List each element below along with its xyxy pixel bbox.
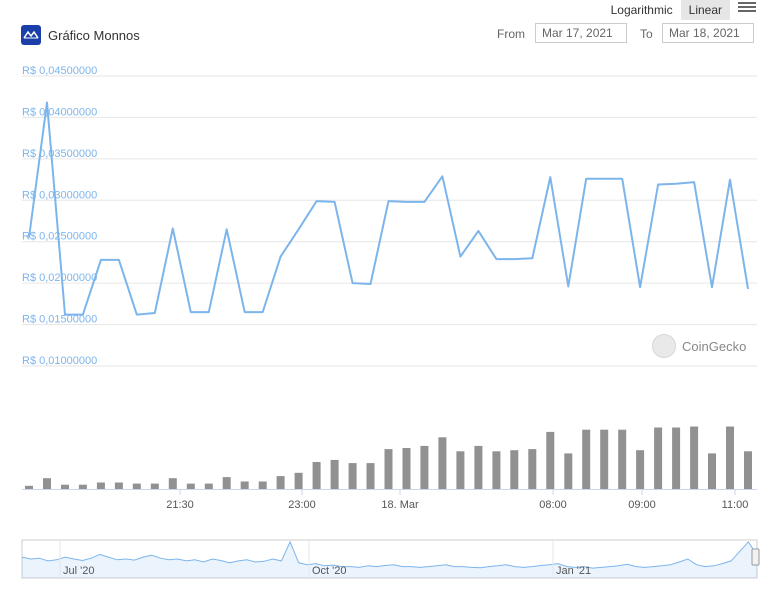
x-tick-label: 09:00 (628, 499, 656, 511)
volume-bar (330, 459, 339, 489)
volume-bar (348, 463, 357, 489)
y-tick-label: R$ 0,04500000 (22, 65, 97, 77)
y-tick-label: R$ 0,04000000 (22, 106, 97, 118)
volume-bar (150, 483, 159, 489)
navigator-tick-label: Jan '21 (556, 565, 591, 577)
volume-bar (420, 445, 429, 489)
volume-bar (78, 484, 87, 489)
y-tick-label: R$ 0,01500000 (22, 314, 97, 326)
volume-bar (474, 445, 483, 489)
x-tick-label: 21:30 (166, 499, 194, 511)
volume-bar (25, 485, 33, 489)
volume-bar (114, 482, 123, 489)
volume-bar (708, 453, 716, 489)
volume-bar (222, 477, 231, 489)
volume-bar (654, 427, 663, 489)
volume-bar (744, 451, 752, 489)
volume-bar (43, 478, 51, 489)
volume-bar (294, 472, 303, 489)
volume-bar (672, 427, 681, 489)
volume-bar (618, 429, 627, 489)
volume-bar (636, 450, 645, 489)
volume-bar (438, 437, 447, 490)
volume-bar (456, 451, 465, 489)
volume-bar (600, 429, 609, 489)
volume-bar (492, 451, 501, 489)
volume-bar (528, 449, 537, 489)
y-tick-label: R$ 0,02000000 (22, 272, 97, 284)
navigator-tick-label: Jul '20 (63, 565, 94, 577)
x-tick-label: 18. Mar (381, 499, 419, 511)
y-tick-label: R$ 0,03500000 (22, 148, 97, 160)
navigator-handle[interactable] (751, 548, 760, 566)
volume-bar (240, 481, 249, 489)
volume-bar (204, 483, 213, 489)
coingecko-logo-icon (652, 334, 676, 358)
volume-bar (61, 484, 69, 489)
x-tick-label: 08:00 (539, 499, 567, 511)
volume-bar (258, 481, 267, 489)
volume-bar (564, 453, 573, 489)
volume-bar (510, 450, 519, 489)
volume-bar (582, 429, 591, 489)
x-tick-label: 11:00 (722, 499, 749, 511)
x-tick-label: 23:00 (288, 499, 316, 511)
volume-bar (690, 426, 699, 489)
volume-bar (168, 478, 177, 489)
volume-bar (312, 462, 321, 489)
volume-bar (366, 463, 375, 489)
price-volume-chart: R$ 0,04500000 R$ 0,04000000 R$ 0,03500000 R… (21, 65, 760, 579)
volume-bar (402, 448, 411, 489)
navigator-tick-label: Oct '20 (312, 565, 347, 577)
y-tick-label: R$ 0,01000000 (22, 355, 97, 367)
volume-bar (276, 476, 285, 489)
volume-bar (96, 482, 105, 489)
volume-bar (546, 431, 555, 489)
volume-bar (132, 483, 141, 489)
coingecko-watermark: CoinGecko (652, 334, 746, 358)
watermark-text: CoinGecko (682, 338, 747, 354)
volume-bar (726, 426, 734, 489)
volume-bar (186, 483, 195, 489)
volume-bar (384, 449, 393, 489)
